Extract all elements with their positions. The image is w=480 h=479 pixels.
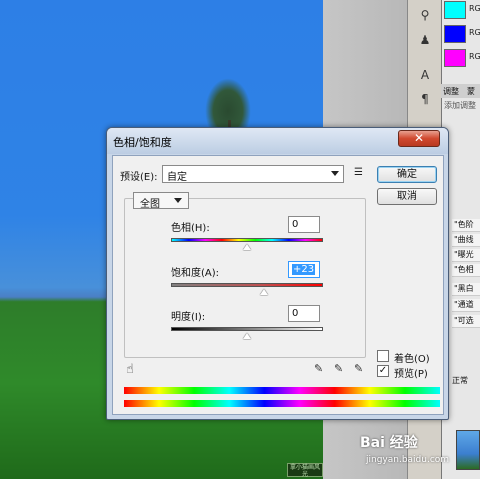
swatch-color[interactable] xyxy=(444,25,466,43)
hue-value: 0 xyxy=(292,219,299,230)
ok-button[interactable]: 确定 xyxy=(377,166,437,183)
swatch-label: RG xyxy=(469,28,480,37)
lightness-value: 0 xyxy=(292,308,299,319)
preview-label: 预览(P) xyxy=(394,369,428,380)
paragraph-tool-icon[interactable]: ¶ xyxy=(418,92,432,106)
adjustment-item[interactable]: "黑白 xyxy=(452,283,480,296)
lightness-input[interactable]: 0 xyxy=(288,305,320,322)
adjustment-item[interactable]: "通道 xyxy=(452,299,480,312)
hue-label: 色相(H): xyxy=(171,223,210,234)
saturation-label: 饱和度(A): xyxy=(171,268,220,279)
watermark-logo: Bai 经验 xyxy=(360,435,418,451)
swatch-row[interactable]: RG xyxy=(442,48,480,68)
hue-track[interactable] xyxy=(171,238,323,242)
preset-dropdown[interactable]: 自定 xyxy=(162,165,344,183)
adjustment-item[interactable]: "曲线 xyxy=(452,234,480,247)
colorize-label: 着色(O) xyxy=(394,354,430,365)
preset-label: 预设(E): xyxy=(120,172,158,183)
eyedropper-icon[interactable]: ✎ xyxy=(314,362,323,375)
adjustment-item[interactable]: "色相 xyxy=(452,264,480,277)
preview-checkbox[interactable]: ✓ xyxy=(377,365,389,377)
blend-mode-label[interactable]: 正常 xyxy=(452,375,468,386)
saturation-value: +23 xyxy=(292,264,316,275)
swatch-label: RG xyxy=(469,52,480,61)
dialog-titlebar[interactable]: 色相/饱和度 ✕ xyxy=(107,128,448,154)
channel-value: 全图 xyxy=(140,199,160,210)
swatch-label: RG xyxy=(469,4,480,13)
eyedropper-plus-icon[interactable]: ✎ xyxy=(334,362,343,375)
hue-saturation-dialog: 色相/饱和度 ✕ 预设(E): 自定 ☰ 确定 取消 全图 色相(H): 0 饱… xyxy=(106,127,449,420)
close-button[interactable]: ✕ xyxy=(398,130,440,147)
channel-dropdown[interactable]: 全图 xyxy=(133,192,189,210)
dialog-title: 色相/饱和度 xyxy=(113,136,172,149)
adjustment-item[interactable]: "可选 xyxy=(452,315,480,328)
layer-thumbnail[interactable] xyxy=(456,430,480,470)
saturation-slider-thumb[interactable] xyxy=(260,289,269,295)
swatch-row[interactable]: RG xyxy=(442,0,480,20)
swatch-row[interactable]: RG xyxy=(442,24,480,44)
brush-tool-icon[interactable]: ⚲ xyxy=(418,8,432,22)
target-adjust-hand-icon[interactable]: ☝ xyxy=(126,362,134,377)
saturation-track[interactable] xyxy=(171,283,323,287)
output-color-bar xyxy=(124,400,440,407)
colorize-checkbox[interactable] xyxy=(377,350,389,362)
preset-options-icon[interactable]: ☰ xyxy=(354,167,363,178)
swatch-color[interactable] xyxy=(444,49,466,67)
lightness-label: 明度(I): xyxy=(171,312,206,323)
tab-adjustments[interactable]: 调整 xyxy=(443,86,459,97)
saturation-input[interactable]: +23 xyxy=(288,261,320,278)
hue-slider-thumb[interactable] xyxy=(243,244,251,250)
input-color-bar xyxy=(124,387,440,394)
cancel-button[interactable]: 取消 xyxy=(377,188,437,205)
watermark-url: jingyan.baidu.com xyxy=(366,455,450,465)
tab-masks[interactable]: 蒙 xyxy=(467,86,475,97)
text-tool-icon[interactable]: A xyxy=(418,68,432,82)
dialog-body: 预设(E): 自定 ☰ 确定 取消 全图 色相(H): 0 饱和度(A): +2… xyxy=(112,155,444,415)
preset-value: 自定 xyxy=(167,172,187,183)
chevron-down-icon xyxy=(331,171,339,176)
eyedropper-minus-icon[interactable]: ✎ xyxy=(354,362,363,375)
panel-tabs: 调整 蒙 xyxy=(441,84,480,98)
chevron-down-icon xyxy=(174,198,182,203)
adjustment-item[interactable]: "色阶 xyxy=(452,219,480,232)
adjustment-item[interactable]: "曝光 xyxy=(452,249,480,262)
lightness-track[interactable] xyxy=(171,327,323,331)
swatch-color[interactable] xyxy=(444,1,466,19)
canvas-caption: 拿小猫画风光 xyxy=(287,463,323,478)
stamp-tool-icon[interactable]: ♟ xyxy=(418,33,432,47)
hue-input[interactable]: 0 xyxy=(288,216,320,233)
lightness-slider-thumb[interactable] xyxy=(243,333,251,339)
panel-hint: 添加调整 xyxy=(444,101,476,110)
